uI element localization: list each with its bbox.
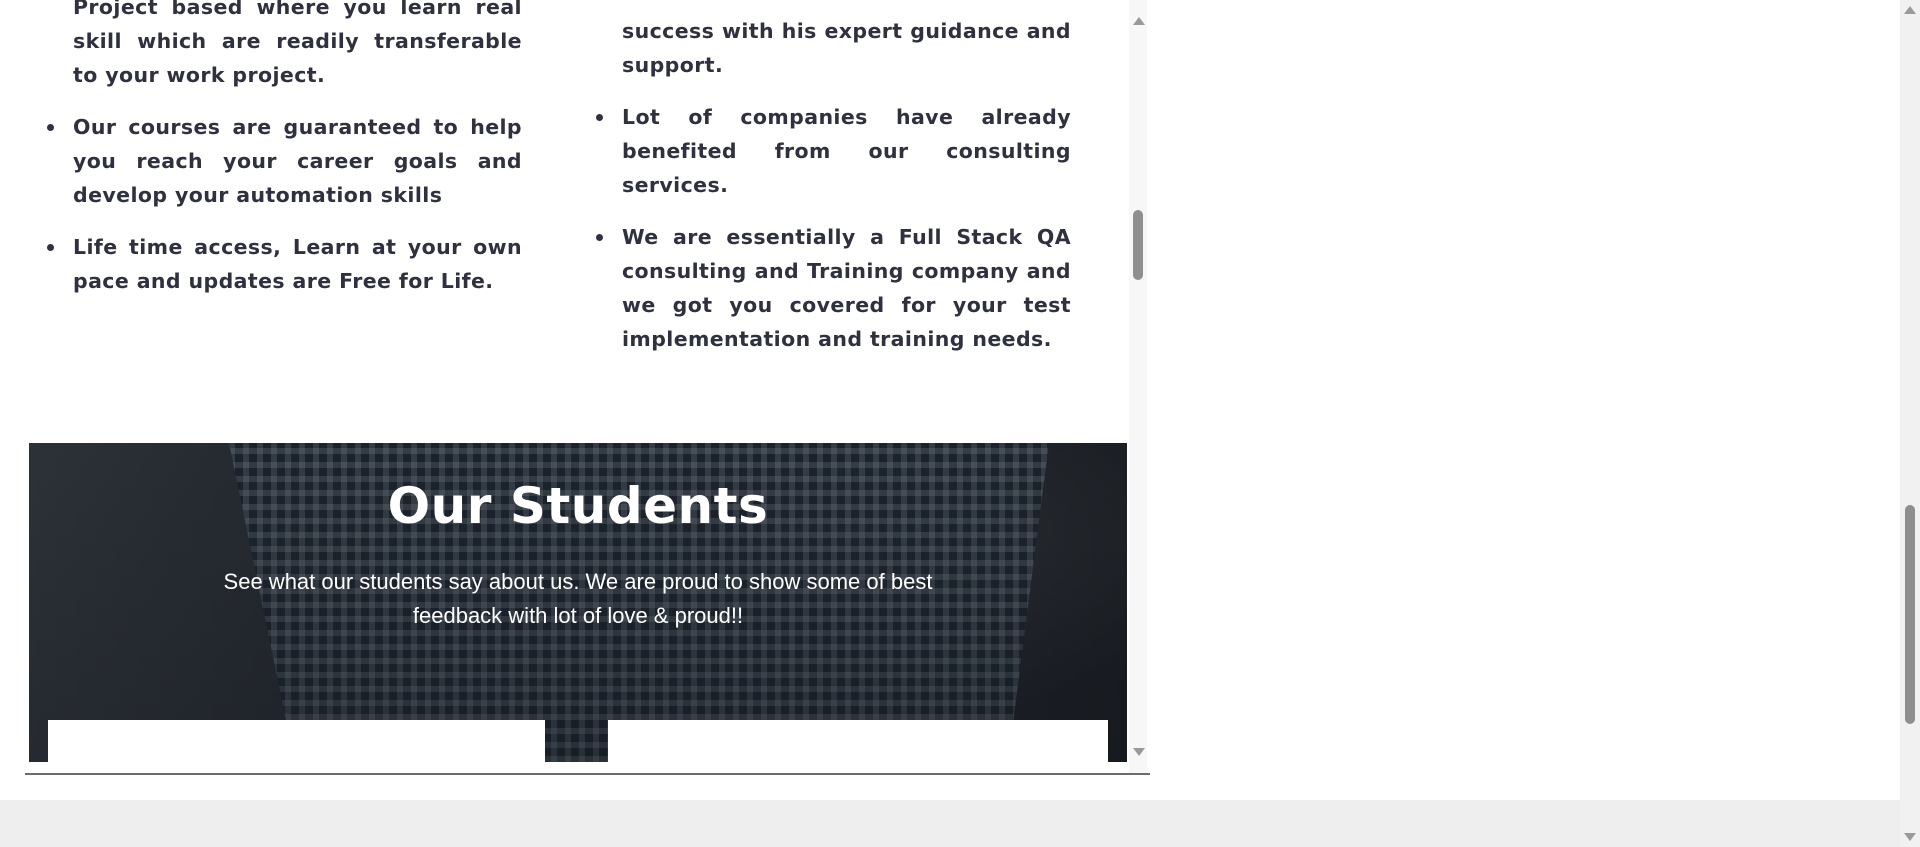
scrollbar-thumb[interactable]	[1133, 210, 1143, 280]
list-item: Project based where you learn real skill…	[73, 0, 522, 92]
list-item: Our courses are guaranteed to help you r…	[47, 110, 522, 212]
list-item-text: We are essentially a Full Stack QA consu…	[622, 225, 1071, 351]
bullet-icon	[47, 244, 54, 251]
page-scrollbar[interactable]	[1900, 0, 1920, 847]
embedded-page-frame: Project based where you learn real skill…	[0, 0, 1148, 775]
bullet-icon	[596, 114, 603, 121]
list-item-text: Life time access, Learn at your own pace…	[73, 235, 522, 293]
testimonial-card	[608, 720, 1108, 762]
frame-scrollbar[interactable]	[1129, 0, 1147, 775]
scroll-up-icon[interactable]	[1904, 6, 1916, 14]
list-item: We are essentially a Full Stack QA consu…	[596, 220, 1071, 356]
list-item-text: Lot of companies have already benefited …	[622, 105, 1071, 197]
page-footer-band	[0, 800, 1900, 847]
list-item: Life time access, Learn at your own pace…	[47, 230, 522, 298]
scrollbar-thumb[interactable]	[1905, 505, 1915, 724]
frame-border	[25, 773, 1150, 775]
scroll-up-icon[interactable]	[1133, 17, 1145, 25]
list-item: success with his expert guidance and sup…	[622, 14, 1071, 82]
list-item-text: Project based where you learn real skill…	[73, 0, 522, 87]
bullet-icon	[596, 234, 603, 241]
scroll-down-icon[interactable]	[1904, 833, 1916, 841]
benefits-list-left: Project based where you learn real skill…	[47, 0, 522, 298]
scroll-down-icon[interactable]	[1133, 748, 1145, 756]
list-item: Lot of companies have already benefited …	[596, 100, 1071, 202]
list-item-text: Our courses are guaranteed to help you r…	[73, 115, 522, 207]
list-item-text: success with his expert guidance and sup…	[622, 19, 1071, 77]
section-title: Our Students	[387, 477, 769, 535]
bullet-icon	[47, 124, 54, 131]
testimonial-card	[48, 720, 545, 762]
section-subtitle: See what our students say about us. We a…	[223, 569, 933, 628]
our-students-section: Our Students See what our students say a…	[29, 443, 1127, 762]
benefits-list-right: success with his expert guidance and sup…	[596, 14, 1071, 356]
